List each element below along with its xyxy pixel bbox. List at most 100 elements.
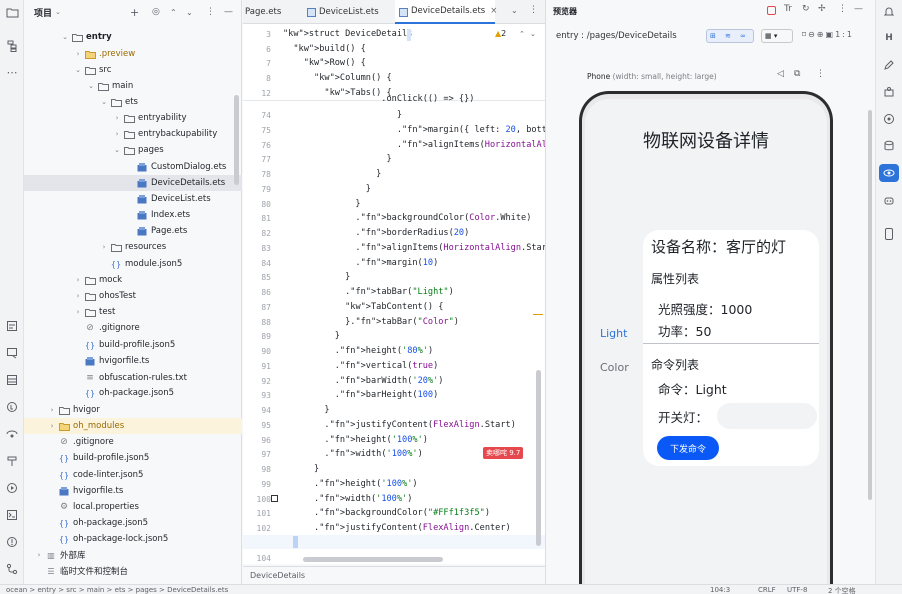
log-icon[interactable]	[4, 345, 20, 361]
inspect-icon[interactable]: ⊞	[710, 32, 716, 40]
view-mode-toggle[interactable]: ⊞ ≋ ∞	[706, 29, 754, 43]
build-icon[interactable]	[4, 453, 20, 469]
tree-item[interactable]: › entryability	[24, 110, 242, 126]
status-position[interactable]: 104:3	[710, 586, 730, 594]
refresh-icon[interactable]: ↻	[802, 4, 810, 14]
code-line[interactable]: ."fn">height('80%')	[283, 346, 433, 356]
chevron-down-icon[interactable]: ⌄	[60, 33, 70, 41]
chevron-right-icon[interactable]: ›	[47, 406, 57, 414]
code-line[interactable]: ."fn">barHeight(100)	[283, 390, 439, 400]
device-options-icon[interactable]: ⋮	[816, 69, 825, 79]
code-line[interactable]: ."fn">tabBar("Light")	[283, 287, 454, 297]
edit-icon[interactable]	[881, 57, 897, 73]
tab-page[interactable]: Page.ets	[243, 0, 303, 24]
chevron-right-icon[interactable]: ›	[34, 551, 44, 559]
tree-item[interactable]: › resources	[24, 239, 242, 255]
device-grid-select[interactable]: ▦ ▾	[761, 29, 793, 43]
layers-icon[interactable]: ≋	[725, 32, 731, 40]
status-indent[interactable]: 2 个空格	[828, 586, 856, 594]
chevron-right-icon[interactable]: ›	[112, 130, 122, 138]
code-line[interactable]: ."fn">height('100%')	[283, 479, 418, 489]
record-icon[interactable]	[767, 6, 776, 15]
chevron-down-icon[interactable]: ⌄	[55, 8, 61, 16]
plugin-icon[interactable]	[881, 84, 897, 100]
git-icon[interactable]	[4, 561, 20, 577]
preview-scrollbar[interactable]	[868, 110, 872, 500]
chevron-down-icon[interactable]: ⌄	[112, 146, 122, 154]
tree-item[interactable]: › .preview	[24, 46, 242, 62]
code-line[interactable]: }	[283, 184, 371, 194]
tree-item[interactable]: DeviceDetails.ets	[24, 175, 242, 191]
chevron-right-icon[interactable]: ›	[99, 243, 109, 251]
rotate-icon[interactable]: ◁	[777, 69, 784, 79]
table-icon[interactable]	[4, 372, 20, 388]
fold-icon[interactable]: ⧉	[794, 69, 800, 79]
editor-h-scrollbar[interactable]	[303, 557, 443, 562]
terminal-icon[interactable]	[4, 507, 20, 523]
code-line[interactable]: }	[283, 405, 329, 415]
tree-item[interactable]: {} build-profile.json5	[24, 337, 242, 353]
tree-item[interactable]: {} oh-package.json5	[24, 385, 242, 401]
chevron-right-icon[interactable]: ›	[73, 276, 83, 284]
tree-item[interactable]: ⌄ entry	[24, 29, 242, 45]
code-editor[interactable]: .onClick(() => {}) 74 } 75 ."fn">margin({…	[243, 94, 573, 564]
tree-item[interactable]: › ohosTest	[24, 288, 242, 304]
code-line[interactable]: }."fn">tabBar("Color")	[283, 317, 459, 327]
services-icon[interactable]	[4, 426, 20, 442]
status-line-sep[interactable]: CRLF	[758, 586, 776, 594]
floating-badge[interactable]: 卖哪咤 9.7	[483, 447, 524, 459]
code-line[interactable]: ."fn">margin(10)	[283, 258, 438, 268]
tree-item[interactable]: {} oh-package-lock.json5	[24, 531, 242, 547]
tree-item[interactable]: DeviceList.ets	[24, 191, 242, 207]
chevron-right-icon[interactable]: ›	[73, 50, 83, 58]
preview-minimize-icon[interactable]: —	[854, 4, 863, 14]
tab-options-icon[interactable]: ⋮	[529, 5, 538, 15]
tree-item[interactable]: {} module.json5	[24, 256, 242, 272]
options-icon[interactable]: ⋮	[206, 7, 215, 17]
tree-item[interactable]: › entrybackupability	[24, 126, 242, 142]
code-line[interactable]: }	[283, 272, 350, 282]
tree-item[interactable]: hvigorfile.ts	[24, 353, 242, 369]
tab-devicedetails[interactable]: DeviceDetails.ets ×	[395, 0, 497, 24]
tree-item[interactable]: › ▥ 外部库	[24, 547, 242, 563]
profiler-icon[interactable]	[4, 399, 20, 415]
add-icon[interactable]: +	[130, 6, 139, 19]
more-icon[interactable]: ⋯	[4, 64, 20, 80]
harmony-icon[interactable]: H	[881, 30, 897, 46]
tree-item[interactable]: CustomDialog.ets	[24, 159, 242, 175]
tree-item[interactable]: ≡ obfuscation-rules.txt	[24, 370, 242, 386]
tree-item[interactable]: {} oh-package.json5	[24, 515, 242, 531]
code-line[interactable]: ."fn">borderRadius(20)	[283, 228, 469, 238]
project-panel-title[interactable]: 项目	[34, 6, 52, 19]
sticky-code-line[interactable]: "kw">struct DeviceDetails	[283, 29, 412, 39]
problems-icon[interactable]	[4, 534, 20, 550]
status-path[interactable]: ocean > entry > src > main > ets > pages…	[6, 586, 228, 594]
link-icon[interactable]: ∞	[740, 32, 746, 40]
tree-item[interactable]: ⌄ ets	[24, 94, 242, 110]
settings-icon[interactable]	[881, 111, 897, 127]
tab-devicelist[interactable]: DeviceList.ets	[303, 0, 395, 24]
zoom-controls[interactable]: ⌑⊖⊕▣1:1	[802, 30, 854, 39]
send-command-button[interactable]: 下发命令	[657, 436, 719, 460]
code-line[interactable]: ."fn">justifyContent(FlexAlign.Center)	[283, 523, 511, 533]
structure-icon[interactable]	[4, 38, 20, 54]
code-line[interactable]: }	[283, 169, 381, 179]
sticky-code-line[interactable]: "kw">build() {	[283, 44, 365, 54]
database-icon[interactable]	[881, 138, 897, 154]
code-line[interactable]: ."fn">vertical(true)	[283, 361, 439, 371]
close-icon[interactable]: ×	[490, 6, 497, 16]
chevron-down-icon[interactable]: ⌄	[86, 82, 96, 90]
code-line[interactable]: ."fn">margin({ left: 20, bottom: 1	[283, 125, 573, 135]
code-line[interactable]: }	[283, 199, 360, 209]
code-line[interactable]: }	[283, 464, 319, 474]
font-size-icon[interactable]: Tr	[784, 4, 792, 14]
chevron-right-icon[interactable]: ›	[73, 308, 83, 316]
tree-item[interactable]: › test	[24, 304, 242, 320]
chevron-down-icon[interactable]: ⌄	[99, 98, 109, 106]
sticky-code-line[interactable]: "kw">Column() {	[283, 73, 392, 83]
tab-color[interactable]: Color	[600, 361, 629, 374]
eye-icon[interactable]	[879, 164, 899, 182]
collapse-icon[interactable]: ⌄	[186, 8, 193, 17]
status-encoding[interactable]: UTF-8	[787, 586, 807, 594]
tree-item[interactable]: hvigorfile.ts	[24, 483, 242, 499]
